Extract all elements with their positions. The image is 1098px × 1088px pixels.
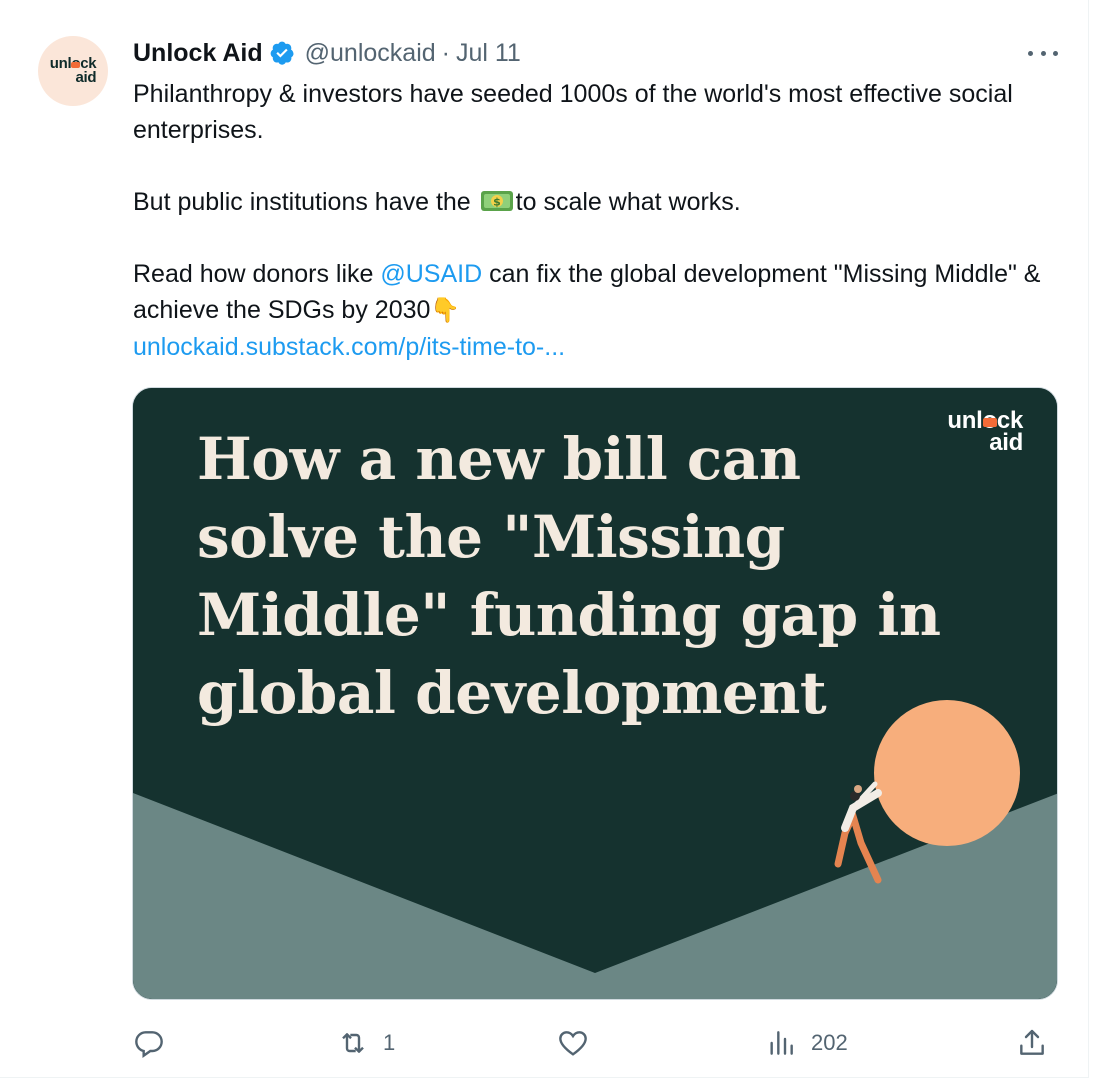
more-dot [1053,50,1058,56]
author-name[interactable]: Unlock Aid [133,39,263,68]
action-bar: 1 202 [133,1018,1058,1068]
usaid-mention-link[interactable]: @USAID [380,260,482,288]
like-button[interactable] [557,1018,603,1068]
tweet-paragraph-2: But public institutions have the $ to sc… [133,184,1058,220]
tweet-paragraph-1: Philanthropy & investors have seeded 100… [133,80,1013,144]
money-emoji-icon: $ [480,191,513,211]
retweet-count: 1 [383,1030,396,1055]
tweet-header: Unlock Aid @unlockaid · Jul 11 [133,36,1038,70]
author-handle[interactable]: @unlockaid [305,39,436,68]
reply-icon [135,1031,163,1058]
paragraph-2-end: to scale what works. [515,188,741,216]
share-button[interactable] [1016,1018,1048,1068]
media-image[interactable]: How a new bill can solve the "Missing Mi… [132,387,1058,1000]
paragraph-3-start: Read how donors like [133,260,381,288]
avatar[interactable]: unlock aid [38,36,108,106]
avatar-logo: unlock aid [49,55,97,86]
share-icon [1020,1029,1044,1055]
more-dot [1028,50,1033,56]
more-icon[interactable] [1028,41,1058,65]
article-link[interactable]: unlockaid.substack.com/p/its-time-to-... [133,333,565,361]
views-icon [770,1031,793,1055]
media-headline: How a new bill can solve the "Missing Mi… [197,425,941,727]
verified-badge-icon[interactable] [269,40,295,66]
more-dot [1040,50,1046,56]
tweet-paragraph-3: Read how donors like @USAID can fix the … [133,256,1058,329]
reply-button[interactable] [133,1018,179,1068]
pointing-down-emoji-icon: 👇 [430,297,461,324]
like-icon [559,1031,587,1056]
retweet-icon [342,1033,364,1053]
views-count: 202 [811,1030,848,1055]
tweet-card: unlock aid Unlock Aid @unlockaid · Jul 1… [0,0,1089,1078]
separator-dot: · [441,38,450,67]
tweet-date[interactable]: Jul 11 [456,39,521,68]
media-logo: unlock aid [947,407,1023,457]
tweet-text: Philanthropy & investors have seeded 100… [133,76,1058,365]
views-button[interactable]: 202 [765,1018,848,1068]
retweet-button[interactable]: 1 [337,1018,395,1068]
svg-text:$: $ [493,196,501,209]
paragraph-2-start: But public institutions have the [133,188,478,216]
